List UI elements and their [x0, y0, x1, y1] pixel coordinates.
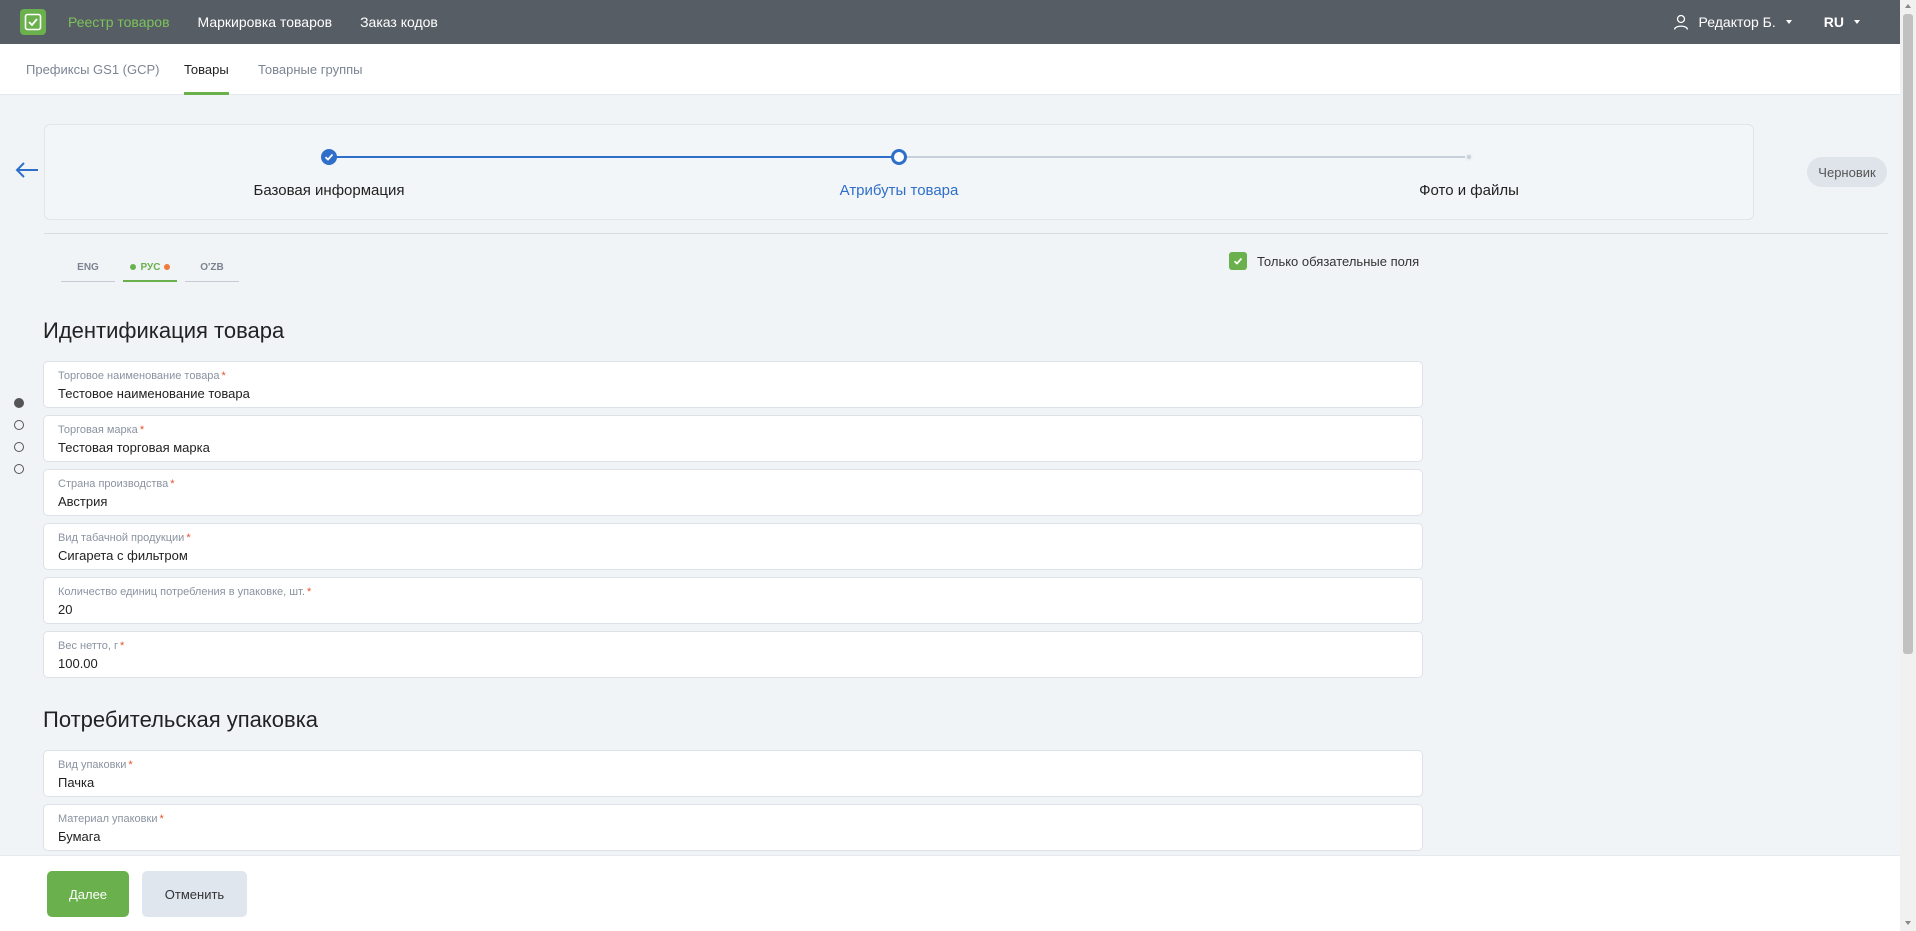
required-only-toggle[interactable]: Только обязательные поля [1229, 252, 1419, 270]
step-pending-dot[interactable] [1465, 153, 1473, 161]
required-asterisk: * [186, 532, 191, 544]
field-value[interactable]: Пачка [58, 775, 94, 790]
sub-tabs: Префиксы GS1 (GCP) Товары Товарные групп… [0, 44, 1900, 95]
tab-product-groups[interactable]: Товарные группы [258, 44, 363, 95]
stepper-line-done [329, 156, 899, 158]
section-title-consumer-packaging: Потребительская упаковка [43, 707, 319, 732]
stepper-line-pending [899, 156, 1469, 158]
scroll-up-icon[interactable] [1905, 4, 1911, 8]
field-trade-name[interactable]: Торговое наименование товара * Тестовое н… [43, 361, 1423, 408]
footer-action-bar: Далее Отменить [0, 855, 1900, 931]
field-value[interactable]: Тестовая торговая марка [58, 440, 210, 455]
field-value[interactable]: 20 [58, 602, 72, 617]
field-units-per-pack[interactable]: Количество единиц потребления в упаковке… [43, 577, 1423, 624]
section-nav [10, 393, 28, 479]
back-arrow-icon[interactable] [14, 160, 40, 180]
nav-product-marking[interactable]: Маркировка товаров [198, 14, 333, 30]
language-selector[interactable]: RU [1824, 14, 1860, 30]
status-badge: Черновик [1807, 157, 1887, 187]
step-done-check-icon[interactable] [321, 149, 337, 165]
section-nav-dot[interactable] [14, 420, 24, 430]
required-asterisk: * [120, 640, 125, 652]
field-value[interactable]: Бумага [58, 829, 100, 844]
field-label: Вид упаковки [58, 759, 127, 771]
field-value[interactable]: Сигарета с фильтром [58, 548, 188, 563]
section-title-identification: Идентификация товара [43, 318, 285, 343]
top-navbar: Реестр товаров Маркировка товаров Заказ … [0, 0, 1900, 44]
field-country[interactable]: Страна производства * Австрия [43, 469, 1423, 516]
required-asterisk: * [139, 424, 145, 436]
chevron-down-icon [1785, 20, 1792, 24]
nav-code-order[interactable]: Заказ кодов [360, 14, 438, 30]
checkbox-checked-icon[interactable] [1229, 252, 1247, 270]
required-asterisk: * [170, 478, 175, 490]
field-tobacco-type[interactable]: Вид табачной продукции * Сигарета с фильт… [43, 523, 1423, 570]
field-value[interactable]: Тестовое наименование товара [58, 386, 250, 401]
section-nav-dot[interactable] [14, 464, 24, 474]
step-label-photos-files[interactable]: Фото и файлы [1419, 182, 1519, 199]
field-label: Количество единиц потребления в упаковке… [58, 586, 305, 598]
lang-tab-uzb[interactable]: O'ZB [185, 254, 239, 282]
scrollbar-thumb[interactable] [1903, 14, 1913, 654]
lang-tab-rus[interactable]: РУС [123, 254, 177, 282]
page-scrollbar[interactable] [1900, 0, 1916, 931]
nav-product-registry[interactable]: Реестр товаров [68, 14, 170, 30]
divider [44, 233, 1888, 234]
tab-products[interactable]: Товары [184, 44, 229, 95]
field-package-material[interactable]: Материал упаковки * Бумага [43, 804, 1423, 851]
filled-indicator-icon [129, 264, 136, 270]
app-logo-icon[interactable] [20, 9, 46, 35]
tab-gs1-prefixes[interactable]: Префиксы GS1 (GCP) [26, 44, 160, 95]
section-nav-dot[interactable] [14, 442, 24, 452]
next-button[interactable]: Далее [47, 871, 129, 917]
field-value[interactable]: Австрия [58, 494, 107, 509]
required-asterisk: * [221, 370, 226, 382]
step-label-basic-info[interactable]: Базовая информация [254, 182, 405, 199]
section-nav-dot[interactable] [14, 398, 24, 408]
field-package-type[interactable]: Вид упаковки * Пачка [43, 750, 1423, 797]
lang-tab-label: O'ZB [200, 262, 224, 273]
step-label-attributes[interactable]: Атрибуты товара [840, 182, 959, 199]
field-label: Вес нетто, г [58, 640, 119, 652]
user-name: Редактор Б. [1698, 14, 1776, 30]
field-label: Страна производства [58, 478, 169, 490]
field-label: Торговое наименование товара [58, 370, 220, 382]
cancel-button[interactable]: Отменить [142, 871, 247, 917]
step-current-dot[interactable] [891, 149, 907, 165]
chevron-down-icon [1854, 20, 1860, 24]
lang-tab-label: ENG [77, 262, 99, 273]
field-value[interactable]: 100.00 [58, 656, 98, 671]
lang-tab-eng[interactable]: ENG [61, 254, 115, 282]
field-label: Материал упаковки [58, 813, 158, 825]
scroll-down-icon[interactable] [1905, 921, 1911, 925]
error-indicator-icon [164, 264, 171, 270]
field-label: Вид табачной продукции [58, 532, 185, 544]
field-label: Торговая марка [58, 424, 138, 436]
progress-stepper: Базовая информация Атрибуты товара Фото … [44, 124, 1754, 220]
required-asterisk: * [128, 759, 133, 771]
lang-tab-label: РУС [140, 261, 161, 273]
field-net-weight[interactable]: Вес нетто, г * 100.00 [43, 631, 1423, 678]
user-menu[interactable]: Редактор Б. [1673, 14, 1792, 30]
field-brand[interactable]: Торговая марка * Тестовая торговая марка [43, 415, 1423, 462]
user-icon [1673, 14, 1688, 30]
language-label: RU [1823, 14, 1844, 30]
required-asterisk: * [306, 586, 312, 598]
required-only-label: Только обязательные поля [1257, 253, 1420, 269]
required-asterisk: * [159, 813, 164, 825]
